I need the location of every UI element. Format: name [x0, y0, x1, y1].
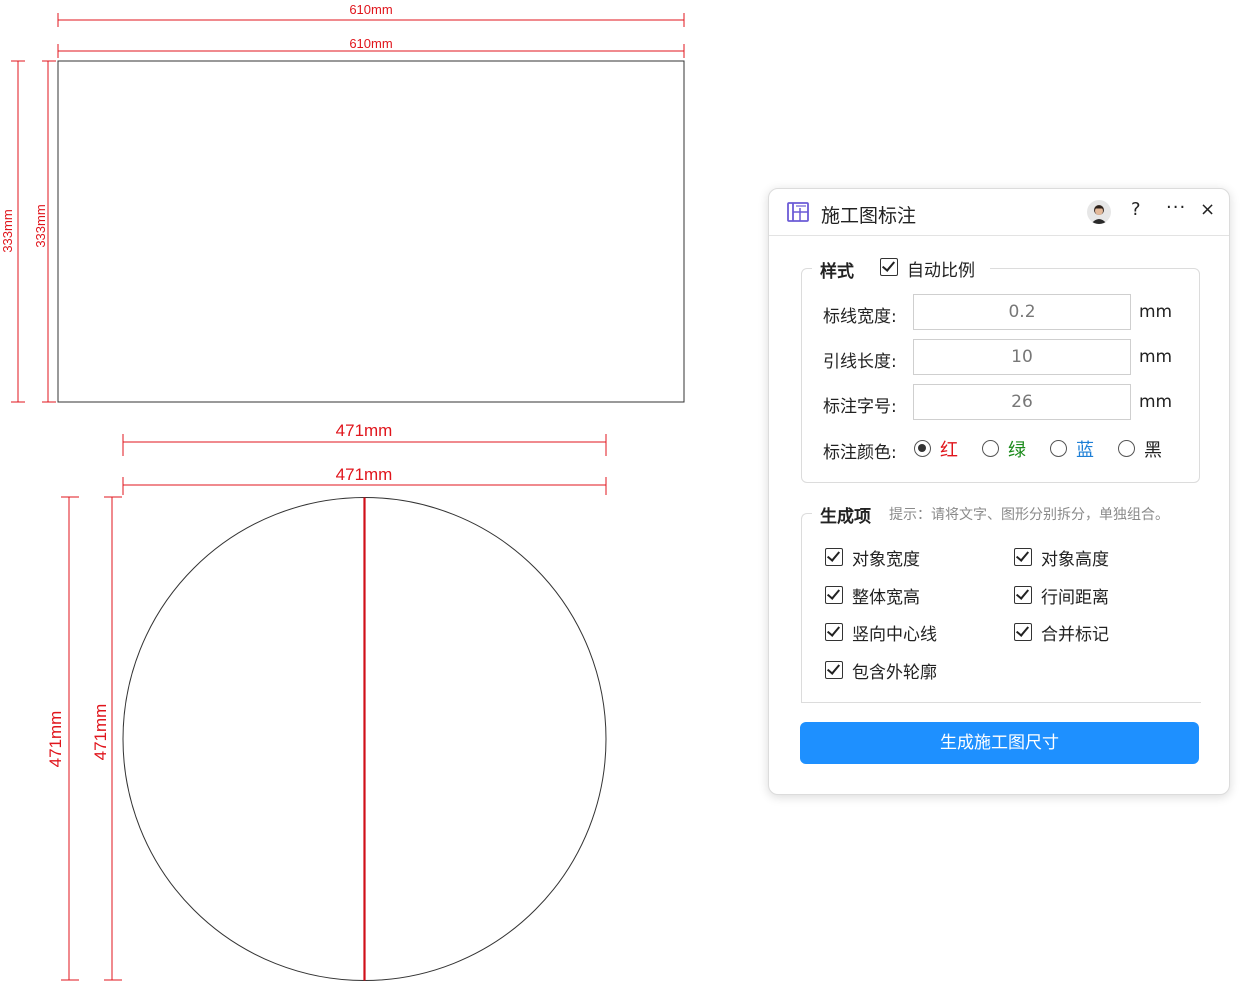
leader-length-input[interactable]: 10 — [913, 339, 1131, 375]
generate-group-title: 生成项 — [820, 507, 871, 527]
color-radio-green[interactable] — [982, 440, 999, 457]
color-label-blue: 蓝 — [1076, 440, 1094, 461]
leader-length-label: 引线长度: — [823, 352, 897, 372]
line-width-label: 标线宽度: — [823, 307, 897, 327]
object-height-checkbox[interactable] — [1014, 548, 1032, 566]
circle-height-label-inner: 471mm — [91, 704, 110, 761]
font-size-unit: mm — [1139, 392, 1173, 412]
overall-size-label: 整体宽高 — [852, 588, 920, 608]
close-button[interactable]: × — [1200, 199, 1215, 220]
panel-titlebar[interactable]: 施工图标注 ? ··· × — [769, 189, 1229, 236]
color-label-red: 红 — [940, 440, 958, 461]
user-avatar[interactable] — [1087, 200, 1111, 224]
vertical-centerline-checkbox[interactable] — [825, 623, 843, 641]
generate-hint: 提示：请将文字、图形分别拆分，单独组合。 — [889, 507, 1169, 523]
circle-width-label-outer: 471mm — [336, 421, 393, 440]
line-width-unit: mm — [1139, 302, 1173, 322]
annotation-panel: 施工图标注 ? ··· × 样式 自动比例 标线宽度: 0.2 mm 引线长度:… — [768, 188, 1230, 795]
merge-marks-checkbox[interactable] — [1014, 623, 1032, 641]
style-group-title: 样式 — [820, 262, 854, 282]
line-spacing-label: 行间距离 — [1041, 588, 1109, 608]
include-outline-checkbox[interactable] — [825, 661, 843, 679]
object-width-label: 对象宽度 — [852, 550, 920, 570]
auto-scale-checkbox[interactable] — [880, 258, 898, 276]
line-width-input[interactable]: 0.2 — [913, 294, 1131, 330]
color-label-black: 黑 — [1144, 440, 1162, 461]
include-outline-label: 包含外轮廓 — [852, 663, 937, 683]
circle-width-label-inner: 471mm — [336, 465, 393, 484]
panel-title: 施工图标注 — [821, 205, 917, 227]
blueprint-icon — [787, 202, 809, 222]
color-label-green: 绿 — [1008, 440, 1026, 461]
font-size-input[interactable]: 26 — [913, 384, 1131, 420]
rectangle-shape[interactable] — [57, 60, 685, 403]
rect-width-label-inner: 610mm — [349, 36, 392, 51]
auto-scale-label: 自动比例 — [907, 261, 975, 281]
leader-length-unit: mm — [1139, 347, 1173, 367]
color-label: 标注颜色: — [823, 443, 897, 463]
font-size-label: 标注字号: — [823, 397, 897, 417]
color-radio-black[interactable] — [1118, 440, 1135, 457]
color-radio-blue[interactable] — [1050, 440, 1067, 457]
vertical-centerline-label: 竖向中心线 — [852, 625, 937, 645]
object-width-checkbox[interactable] — [825, 548, 843, 566]
generate-dimensions-button[interactable]: 生成施工图尺寸 — [800, 722, 1199, 764]
help-button[interactable]: ? — [1131, 199, 1141, 220]
rect-height-label-inner: 333mm — [33, 204, 48, 247]
line-spacing-checkbox[interactable] — [1014, 586, 1032, 604]
rect-height-label-outer: 333mm — [0, 209, 15, 252]
more-button[interactable]: ··· — [1166, 197, 1186, 218]
circle-height-label-outer: 471mm — [46, 711, 65, 768]
object-height-label: 对象高度 — [1041, 550, 1109, 570]
rect-width-label-outer: 610mm — [349, 2, 392, 17]
overall-size-checkbox[interactable] — [825, 586, 843, 604]
merge-marks-label: 合并标记 — [1041, 625, 1109, 645]
color-radio-red[interactable] — [914, 440, 931, 457]
